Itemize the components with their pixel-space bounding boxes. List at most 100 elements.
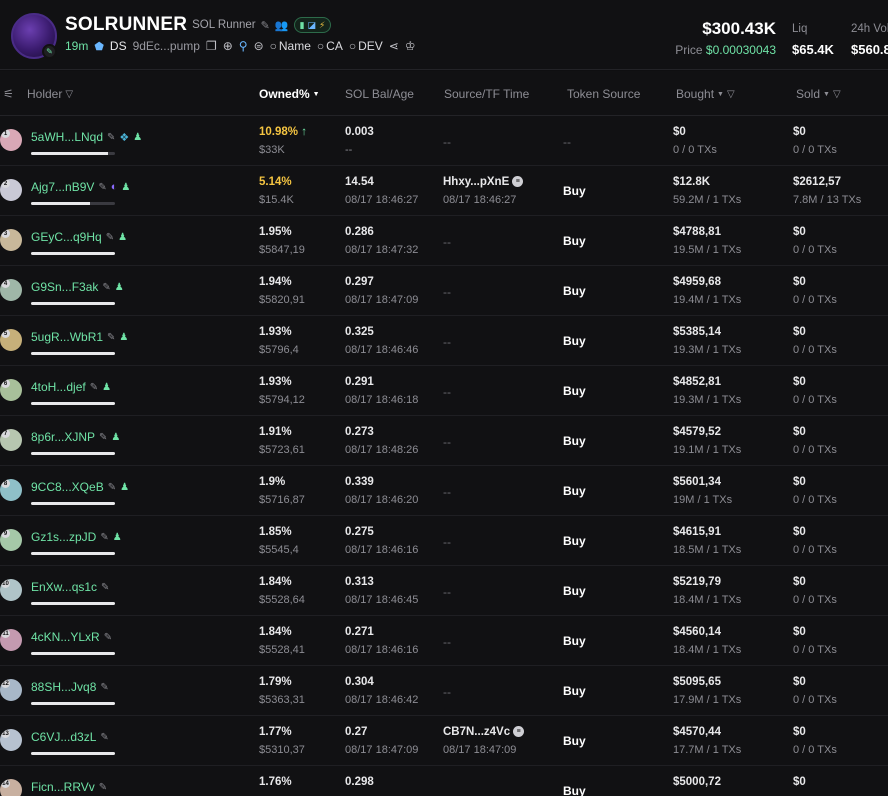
search-dev-link[interactable]: ○ DEV xyxy=(349,39,383,53)
holder-address[interactable]: C6VJ...d3zL xyxy=(31,730,96,744)
holder-avatar[interactable]: 4 xyxy=(0,279,22,301)
holder-address[interactable]: Ficn...RRVv xyxy=(31,780,95,794)
edit-badge-icon[interactable]: ✎ xyxy=(42,44,57,59)
holder-address[interactable]: 4toH...djef xyxy=(31,380,86,394)
pencil-icon[interactable]: ✎ xyxy=(261,19,270,32)
holder-cell[interactable]: 4cKN...YLxR ✎ xyxy=(31,630,112,644)
col-owned[interactable]: Owned% ▼ xyxy=(259,87,320,101)
holder-address[interactable]: 8p6r...XJNP xyxy=(31,430,95,444)
share-icon[interactable]: ⋖ xyxy=(389,39,399,53)
column-settings-icon[interactable]: ⚟ xyxy=(3,87,14,101)
pencil-icon[interactable]: ✎ xyxy=(99,782,107,793)
holder-cell[interactable]: 88SH...Jvq8 ✎ xyxy=(31,680,109,694)
table-row[interactable]: 9 Gz1s...zpJD ✎ ♟ 1.85% $5545,4 0.275 08/17 18:… xyxy=(0,516,888,566)
table-row[interactable]: 1 5aWH...LNqd ✎ ❖ ♟ 10.98% ↑ $33K 0.003 -- -- -- $0… xyxy=(0,116,888,166)
holder-avatar[interactable]: 1 xyxy=(0,129,22,151)
holder-address[interactable]: 4cKN...YLxR xyxy=(31,630,100,644)
source-wallet[interactable]: Hhxy...pXnE ≡ xyxy=(443,176,524,188)
holder-address[interactable]: EnXw...qs1c xyxy=(31,580,97,594)
telegram-icon[interactable]: ◪ xyxy=(308,20,317,31)
coin-icon[interactable]: ⊜ xyxy=(254,39,264,53)
social-links-pill[interactable]: ▮ ◪ ⚡ xyxy=(293,17,332,33)
holder-cell[interactable]: 5ugR...WbR1 ✎ ♟ xyxy=(31,330,128,344)
ds-label[interactable]: DS xyxy=(110,39,127,53)
holder-address[interactable]: 9CC8...XQeB xyxy=(31,480,104,494)
table-row[interactable]: 10 EnXw...qs1c ✎ 1.84% $5528,64 0.313 08/17 18… xyxy=(0,566,888,616)
holder-address[interactable]: Ajg7...nB9V xyxy=(31,180,94,194)
globe-icon[interactable]: ⊕ xyxy=(223,39,233,53)
user-icon[interactable]: ⚲ xyxy=(239,39,248,53)
col-holder[interactable]: Holder ▽ xyxy=(27,87,73,101)
holder-avatar[interactable]: 5 xyxy=(0,329,22,351)
holder-cell[interactable]: G9Sn...F3ak ✎ ♟ xyxy=(31,280,124,294)
pencil-icon[interactable]: ✎ xyxy=(107,132,115,143)
table-row[interactable]: 6 4toH...djef ✎ ♟ 1.93% $5794,12 0.291 08/17 18… xyxy=(0,366,888,416)
pencil-icon[interactable]: ✎ xyxy=(107,332,115,343)
holder-cell[interactable]: C6VJ...d3zL ✎ xyxy=(31,730,109,744)
holder-address[interactable]: GEyC...q9Hq xyxy=(31,230,102,244)
holder-cell[interactable]: Ficn...RRVv ✎ xyxy=(31,780,107,794)
copy-icon[interactable]: ❐ xyxy=(206,39,217,53)
col-source[interactable]: Source/TF Time xyxy=(444,87,529,101)
holder-cell[interactable]: Gz1s...zpJD ✎ ♟ xyxy=(31,530,122,544)
pencil-icon[interactable]: ✎ xyxy=(100,732,108,743)
table-row[interactable]: 12 88SH...Jvq8 ✎ 1.79% $5363,31 0.304 08/17 18… xyxy=(0,666,888,716)
holder-avatar[interactable]: 14 xyxy=(0,779,22,796)
token-avatar[interactable]: ✎ xyxy=(11,13,57,59)
holder-avatar[interactable]: 8 xyxy=(0,479,22,501)
table-row[interactable]: 7 8p6r...XJNP ✎ ♟ 1.91% $5723,61 0.273 08/17 18… xyxy=(0,416,888,466)
col-sol-bal[interactable]: SOL Bal/Age xyxy=(345,87,414,101)
table-row[interactable]: 13 C6VJ...d3zL ✎ 1.77% $5310,37 0.27 08/17 18:… xyxy=(0,716,888,766)
holder-address[interactable]: 5ugR...WbR1 xyxy=(31,330,103,344)
contract-address[interactable]: 9dEc...pump xyxy=(133,39,200,53)
holder-address[interactable]: Gz1s...zpJD xyxy=(31,530,96,544)
holder-cell[interactable]: 4toH...djef ✎ ♟ xyxy=(31,380,111,394)
holder-cell[interactable]: Ajg7...nB9V ✎ ◐ ♟ xyxy=(31,180,130,194)
holder-avatar[interactable]: 6 xyxy=(0,379,22,401)
crown-icon[interactable]: ♔ xyxy=(405,39,416,53)
table-row[interactable]: 3 GEyC...q9Hq ✎ ♟ 1.95% $5847,19 0.286 08/17 18… xyxy=(0,216,888,266)
holder-cell[interactable]: 8p6r...XJNP ✎ ♟ xyxy=(31,430,120,444)
holder-cell[interactable]: 5aWH...LNqd ✎ ❖ ♟ xyxy=(31,130,142,144)
pencil-icon[interactable]: ✎ xyxy=(101,582,109,593)
holder-avatar[interactable]: 2 xyxy=(0,179,22,201)
table-row[interactable]: 2 Ajg7...nB9V ✎ ◐ ♟ 5.14% $15.4K 14.54 08/17 18:… xyxy=(0,166,888,216)
group-icon[interactable]: 👥 xyxy=(275,19,289,32)
holder-avatar[interactable]: 9 xyxy=(0,529,22,551)
holder-avatar[interactable]: 12 xyxy=(0,679,22,701)
holder-avatar[interactable]: 11 xyxy=(0,629,22,651)
pencil-icon[interactable]: ✎ xyxy=(90,382,98,393)
home-icon[interactable]: ⬟ xyxy=(94,40,104,53)
twitter-icon[interactable]: ▮ xyxy=(300,20,305,31)
col-bought[interactable]: Bought ▼ ▽ xyxy=(676,87,735,101)
search-ca-link[interactable]: ○ CA xyxy=(317,39,343,53)
col-sold[interactable]: Sold ▼ ▽ xyxy=(796,87,841,101)
holder-address[interactable]: G9Sn...F3ak xyxy=(31,280,98,294)
holder-avatar[interactable]: 3 xyxy=(0,229,22,251)
table-row[interactable]: 4 G9Sn...F3ak ✎ ♟ 1.94% $5820,91 0.297 08/17 18… xyxy=(0,266,888,316)
holder-address[interactable]: 5aWH...LNqd xyxy=(31,130,103,144)
holder-cell[interactable]: EnXw...qs1c ✎ xyxy=(31,580,109,594)
pencil-icon[interactable]: ✎ xyxy=(108,482,116,493)
holder-address[interactable]: 88SH...Jvq8 xyxy=(31,680,96,694)
pencil-icon[interactable]: ✎ xyxy=(106,232,114,243)
table-row[interactable]: 8 9CC8...XQeB ✎ ♟ 1.9% $5716,87 0.339 08/17 18:… xyxy=(0,466,888,516)
holder-cell[interactable]: 9CC8...XQeB ✎ ♟ xyxy=(31,480,129,494)
col-token-source[interactable]: Token Source xyxy=(567,87,640,101)
pencil-icon[interactable]: ✎ xyxy=(98,182,106,193)
source-wallet[interactable]: CB7N...z4Vc ≡ xyxy=(443,726,525,738)
holder-avatar[interactable]: 13 xyxy=(0,729,22,751)
table-row[interactable]: 14 Ficn...RRVv ✎ 1.76% 0.298 Buy $5000,72 $0 xyxy=(0,766,888,796)
holder-avatar[interactable]: 10 xyxy=(0,579,22,601)
table-row[interactable]: 5 5ugR...WbR1 ✎ ♟ 1.93% $5796,4 0.325 08/17 18:… xyxy=(0,316,888,366)
pencil-icon[interactable]: ✎ xyxy=(100,532,108,543)
search-name-link[interactable]: ○ Name xyxy=(270,39,311,53)
table-row[interactable]: 11 4cKN...YLxR ✎ 1.84% $5528,41 0.271 08/17 18… xyxy=(0,616,888,666)
holder-cell[interactable]: GEyC...q9Hq ✎ ♟ xyxy=(31,230,127,244)
bolt-icon[interactable]: ⚡ xyxy=(319,20,325,31)
holder-avatar[interactable]: 7 xyxy=(0,429,22,451)
pencil-icon[interactable]: ✎ xyxy=(102,282,110,293)
pencil-icon[interactable]: ✎ xyxy=(99,432,107,443)
pencil-icon[interactable]: ✎ xyxy=(104,632,112,643)
pencil-icon[interactable]: ✎ xyxy=(100,682,108,693)
